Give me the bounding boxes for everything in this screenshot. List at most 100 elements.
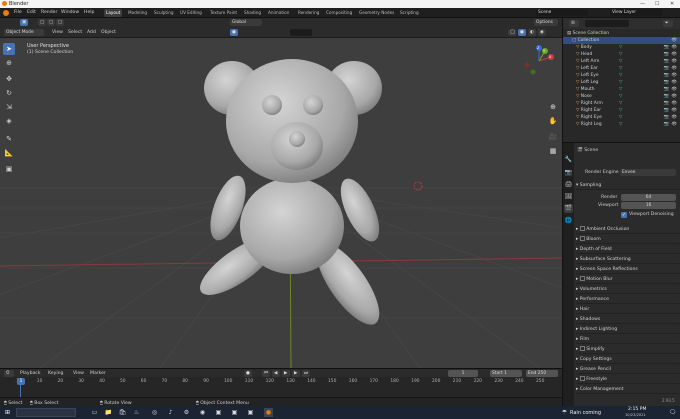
close-button[interactable]: ✕ <box>670 0 674 8</box>
tool-tab-icon[interactable]: 🔧 <box>564 155 573 164</box>
section-collapsed[interactable]: ▸ Ambient Occlusion <box>576 225 679 234</box>
timeline-menu-playback[interactable]: Playback <box>20 371 41 376</box>
mode-subtract-icon[interactable]: □ <box>56 19 64 26</box>
current-frame-field[interactable]: 1 <box>448 370 478 377</box>
outliner-item-row[interactable]: ▽ Left Eye ▽ 👁 📷 <box>563 72 680 79</box>
select-tool-icon[interactable]: ➤ <box>3 43 15 55</box>
3d-viewport[interactable]: User Perspective (1) Scene Collection X … <box>0 38 562 368</box>
collection-visibility-icon[interactable]: 👁 <box>671 37 677 44</box>
visibility-eye-icon[interactable]: 👁 <box>671 121 677 128</box>
outliner-item-row[interactable]: ▽ Left Arm ▽ 👁 📷 <box>563 58 680 65</box>
3d-cursor[interactable] <box>413 181 423 191</box>
view-layer-tab-icon[interactable]: 🖼 <box>564 192 573 201</box>
measure-tool-icon[interactable]: 📐 <box>3 147 15 159</box>
section-enable-checkbox[interactable] <box>579 376 585 381</box>
visibility-eye-icon[interactable]: 👁 <box>671 79 677 86</box>
scale-tool-icon[interactable]: ⇲ <box>3 101 15 113</box>
view-layer-selector[interactable]: View Layer <box>610 9 662 16</box>
section-collapsed[interactable]: ▸ Indirect Lighting <box>576 325 679 334</box>
workspace-tab-shading[interactable]: Shading <box>242 9 263 17</box>
viewport-menu-view[interactable]: View <box>52 30 63 35</box>
teddy-bear-model[interactable] <box>192 59 390 334</box>
render-camera-icon[interactable]: 📷 <box>664 44 669 51</box>
step-back-icon[interactable]: ◀ <box>272 370 280 377</box>
mode-new-icon[interactable]: □ <box>38 19 46 26</box>
section-collapsed[interactable]: ▸ Performance <box>576 295 679 304</box>
outliner-display-icon[interactable]: ☰ <box>569 20 579 27</box>
outliner-item-row[interactable]: ▽ Right Leg ▽ 👁 📷 <box>563 121 680 128</box>
end-frame-field[interactable]: End 250 <box>526 370 558 377</box>
timeline-editor-icon[interactable]: ⏱ <box>4 370 14 377</box>
visibility-eye-icon[interactable]: 👁 <box>671 93 677 100</box>
outliner-filter-icon[interactable]: ⏷ <box>663 20 673 27</box>
section-collapsed[interactable]: ▸ Subsurface Scattering <box>576 255 679 264</box>
timeline-menu-keying[interactable]: Keying <box>48 371 63 376</box>
section-collapsed[interactable]: ▸ Grease Pencil <box>576 365 679 374</box>
render-camera-icon[interactable]: 📷 <box>664 72 669 79</box>
blender-menu-icon[interactable] <box>3 10 9 16</box>
scene-selector[interactable]: Scene <box>536 9 588 16</box>
timeline-menu-marker[interactable]: Marker <box>90 371 106 376</box>
shading-solid-icon[interactable]: ● <box>230 29 238 36</box>
task-view-icon[interactable]: ▭ <box>90 408 99 417</box>
outliner-collection-row[interactable]: ▢ Collection 👁 <box>563 37 680 44</box>
file-explorer-icon[interactable]: 📁 <box>104 408 113 417</box>
section-enable-checkbox[interactable] <box>579 236 585 241</box>
add-cube-tool-icon[interactable]: ▣ <box>3 163 15 175</box>
shading-solid-mode-icon[interactable]: ● <box>518 29 526 36</box>
render-camera-icon[interactable]: 📷 <box>664 65 669 72</box>
render-camera-icon[interactable]: 📷 <box>664 107 669 114</box>
windows-start-icon[interactable]: ⊞ <box>3 408 12 417</box>
menu-file[interactable]: File <box>14 10 22 15</box>
mode-extend-icon[interactable]: □ <box>47 19 55 26</box>
photoshop-icon[interactable]: ▣ <box>214 408 223 417</box>
premiere-icon[interactable]: ▣ <box>230 408 239 417</box>
render-tab-icon[interactable]: 📷 <box>564 168 573 177</box>
section-collapsed[interactable]: ▸ Volumetrics <box>576 285 679 294</box>
scene-tab-icon[interactable]: 🎬 <box>564 204 573 213</box>
outliner-search-field[interactable] <box>585 20 629 27</box>
shading-rendered-icon[interactable]: ◉ <box>538 29 546 36</box>
outliner-item-row[interactable]: ▽ Mouth ▽ 👁 📷 <box>563 86 680 93</box>
transform-orientation-dropdown[interactable]: Global <box>230 19 262 26</box>
render-engine-dropdown[interactable]: Eevee <box>620 169 676 176</box>
visibility-eye-icon[interactable]: 👁 <box>671 72 677 79</box>
transform-tool-icon[interactable]: ◈ <box>3 115 15 127</box>
visibility-eye-icon[interactable]: 👁 <box>671 86 677 93</box>
visibility-eye-icon[interactable]: 👁 <box>671 65 677 72</box>
outliner-root-row[interactable]: ▤ Scene Collection <box>563 30 680 37</box>
render-camera-icon[interactable]: 📷 <box>664 86 669 93</box>
workspace-tab-layout[interactable]: Layout <box>104 9 123 17</box>
visibility-eye-icon[interactable]: 👁 <box>671 100 677 107</box>
outliner-item-row[interactable]: ▽ Left Leg ▽ 👁 📷 <box>563 79 680 86</box>
render-camera-icon[interactable]: 📷 <box>664 51 669 58</box>
section-sampling[interactable]: ▾ Sampling <box>576 181 679 190</box>
workspace-tab-modeling[interactable]: Modeling <box>126 9 149 17</box>
settings-gear-icon[interactable]: ⚙ <box>182 408 191 417</box>
world-tab-icon[interactable]: 🌐 <box>564 216 573 225</box>
section-enable-checkbox[interactable] <box>579 346 585 351</box>
options-dropdown[interactable]: Options <box>534 19 558 26</box>
jump-start-icon[interactable]: ⏮ <box>262 370 270 377</box>
workspace-tab-sculpting[interactable]: Sculpting <box>152 9 176 17</box>
section-collapsed[interactable]: ▸ Freestyle <box>576 375 679 384</box>
viewport-menu-add[interactable]: Add <box>87 30 96 35</box>
cursor-tool-icon[interactable]: ⊕ <box>3 57 15 69</box>
render-camera-icon[interactable]: 📷 <box>664 121 669 128</box>
pan-hand-icon[interactable]: ✋ <box>548 116 558 126</box>
zoom-icon[interactable]: ⊕ <box>548 102 558 112</box>
section-collapsed[interactable]: ▸ Bloom <box>576 235 679 244</box>
outliner-item-row[interactable]: ▽ Right Ear ▽ 👁 📷 <box>563 107 680 114</box>
outliner-item-row[interactable]: ▽ Head ▽ 👁 📷 <box>563 51 680 58</box>
record-icon[interactable]: ● <box>244 370 252 377</box>
tiktok-icon[interactable]: ♪ <box>166 408 175 417</box>
workspace-tab-uv-editing[interactable]: UV Editing <box>178 9 204 17</box>
visibility-eye-icon[interactable]: 👁 <box>671 58 677 65</box>
shading-wireframe-icon[interactable]: ◯ <box>508 29 516 36</box>
section-collapsed[interactable]: ▸ Hair <box>576 305 679 314</box>
workspace-tab-compositing[interactable]: Compositing <box>324 9 354 17</box>
visibility-eye-icon[interactable]: 👁 <box>671 107 677 114</box>
chrome-icon[interactable]: ◎ <box>150 408 159 417</box>
workspace-tab-animation[interactable]: Animation <box>266 9 291 17</box>
section-collapsed[interactable]: ▸ Color Management <box>576 385 679 394</box>
